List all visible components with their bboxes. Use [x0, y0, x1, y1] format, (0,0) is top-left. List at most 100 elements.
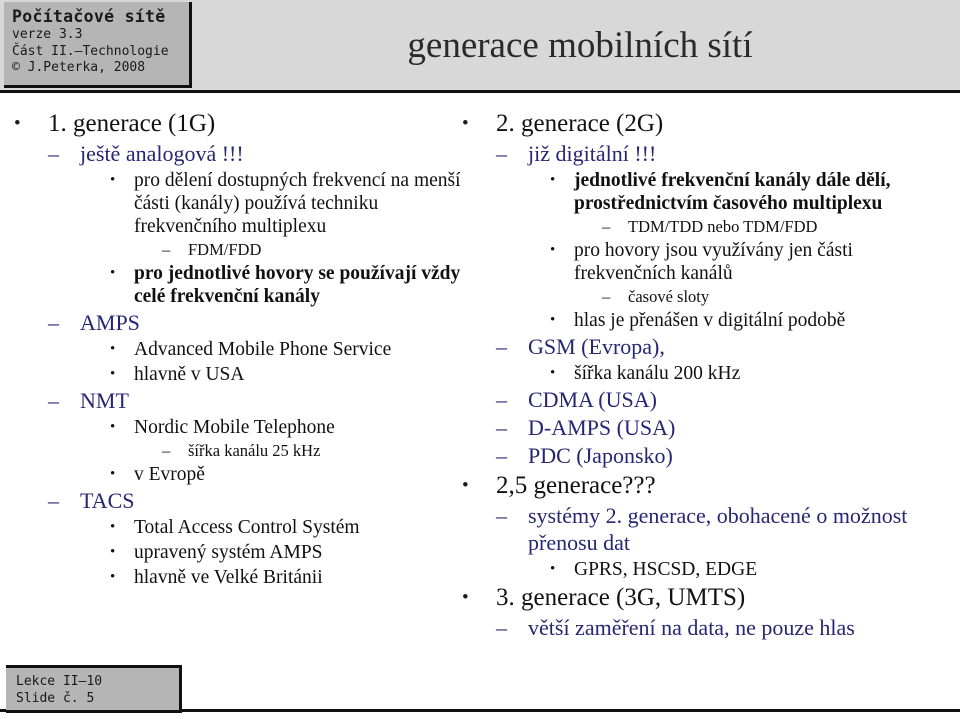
- dash-bullet-icon: –: [162, 240, 171, 259]
- dot-bullet-icon: •: [550, 312, 556, 328]
- bullet-text: větší zaměření na data, ne pouze hlas: [528, 615, 855, 640]
- bullet-item-l4: – TDM/TDD nebo TDM/FDD: [462, 217, 954, 237]
- bullet-text: TDM/TDD nebo TDM/FDD: [628, 217, 818, 236]
- bullet-item-l3: • Total Access Control Systém: [14, 516, 464, 539]
- course-identity-box: Počítačové sítě verze 3.3 Část II.–Techn…: [4, 2, 192, 88]
- bullet-text: AMPS: [80, 310, 140, 335]
- dash-bullet-icon: –: [48, 388, 59, 413]
- dot-bullet-icon: •: [462, 587, 469, 608]
- bullet-item-l1: • 2,5 generace???: [462, 471, 954, 501]
- bullet-text: systémy 2. generace, obohacené o možnost…: [528, 503, 908, 555]
- bullet-text: TACS: [80, 488, 135, 513]
- bullet-item-l3: • hlavně v USA: [14, 363, 464, 386]
- bullet-item-l3: • pro dělení dostupných frekvencí na menš…: [14, 169, 464, 238]
- dash-bullet-icon: –: [48, 488, 59, 513]
- bullet-item-l3: • upravený systém AMPS: [14, 541, 464, 564]
- dot-bullet-icon: •: [550, 172, 556, 188]
- bullet-item-l3: • pro jednotlivé hovory se používají vždy…: [14, 262, 464, 308]
- bullet-text: již digitální !!!: [528, 141, 657, 166]
- bullet-text: hlas je přenášen v digitální podobě: [574, 310, 846, 331]
- dot-bullet-icon: •: [110, 419, 116, 435]
- bullet-text: D-AMPS (USA): [528, 415, 676, 440]
- bullet-text: NMT: [80, 388, 129, 413]
- bullet-item-l2: – systémy 2. generace, obohacené o možnos…: [462, 502, 954, 556]
- dot-bullet-icon: •: [110, 341, 116, 357]
- dash-bullet-icon: –: [496, 141, 507, 166]
- dot-bullet-icon: •: [462, 113, 469, 134]
- bullet-text: časové sloty: [628, 287, 710, 306]
- bullet-item-l2: – NMT: [14, 387, 464, 414]
- bullet-item-l3: • šířka kanálu 200 kHz: [462, 362, 954, 385]
- bullet-text: FDM/FDD: [188, 240, 262, 259]
- dot-bullet-icon: •: [550, 365, 556, 381]
- bullet-text: v Evropě: [134, 464, 205, 485]
- bullet-item-l2: – AMPS: [14, 309, 464, 336]
- bullet-item-l2: – TACS: [14, 487, 464, 514]
- bullet-text: GSM (Evropa),: [528, 334, 665, 359]
- bullet-text: 1. generace (1G): [48, 110, 216, 137]
- dash-bullet-icon: –: [162, 441, 171, 460]
- bullet-text: hlavně v USA: [134, 364, 245, 385]
- bullet-item-l3: • Advanced Mobile Phone Service: [14, 338, 464, 361]
- bullet-text: 2,5 generace???: [496, 472, 656, 499]
- bullet-text: GPRS, HSCSD, EDGE: [574, 559, 758, 580]
- dash-bullet-icon: –: [496, 443, 507, 468]
- course-version: verze 3.3: [12, 27, 83, 42]
- course-author: © J.Peterka, 2008: [12, 60, 146, 75]
- dot-bullet-icon: •: [550, 242, 556, 258]
- course-part: Část II.–Technologie: [12, 43, 169, 59]
- bullet-item-l2: – ještě analogová !!!: [14, 140, 464, 167]
- bullet-item-l2: – D-AMPS (USA): [462, 414, 954, 441]
- bullet-text: pro hovory jsou využívány jen části frek…: [574, 240, 853, 284]
- dot-bullet-icon: •: [110, 544, 116, 560]
- dot-bullet-icon: •: [462, 475, 469, 496]
- bullet-text: šířka kanálu 200 kHz: [574, 363, 741, 384]
- bullet-text: PDC (Japonsko): [528, 443, 673, 468]
- bullet-text: jednotlivé frekvenční kanály dále dělí, …: [574, 170, 891, 214]
- course-title: Počítačové sítě: [12, 7, 166, 26]
- bullet-text: 3. generace (3G, UMTS): [496, 584, 746, 611]
- dot-bullet-icon: •: [14, 113, 21, 134]
- bullet-item-l3: • pro hovory jsou využívány jen části fre…: [462, 239, 954, 285]
- dash-bullet-icon: –: [496, 615, 507, 640]
- dash-bullet-icon: –: [602, 217, 611, 236]
- bullet-item-l3: • Nordic Mobile Telephone: [14, 416, 464, 439]
- bullet-item-l3: • hlavně ve Velké Británii: [14, 566, 464, 589]
- dot-bullet-icon: •: [110, 569, 116, 585]
- slide-body: • 1. generace (1G) – ještě analogová !!! • pr…: [0, 93, 960, 712]
- bullet-item-l4: – šířka kanálu 25 kHz: [14, 441, 464, 461]
- bullet-item-l4: – FDM/FDD: [14, 240, 464, 260]
- footer-slide-number: Slide č. 5: [16, 691, 95, 706]
- bullet-item-l1: • 2. generace (2G): [462, 109, 954, 139]
- bullet-item-l2: – již digitální !!!: [462, 140, 954, 167]
- bullet-item-l2: – CDMA (USA): [462, 386, 954, 413]
- dot-bullet-icon: •: [550, 561, 556, 577]
- bullet-item-l3: • GPRS, HSCSD, EDGE: [462, 558, 954, 581]
- bullet-item-l3: • hlas je přenášen v digitální podobě: [462, 309, 954, 332]
- bullet-item-l2: – větší zaměření na data, ne pouze hlas: [462, 614, 954, 641]
- dash-bullet-icon: –: [48, 141, 59, 166]
- bullet-text: Advanced Mobile Phone Service: [134, 339, 392, 360]
- bullet-text: pro jednotlivé hovory se používají vždy …: [134, 263, 461, 307]
- dot-bullet-icon: •: [110, 519, 116, 535]
- bullet-text: Nordic Mobile Telephone: [134, 417, 335, 438]
- bullet-text: šířka kanálu 25 kHz: [188, 441, 321, 460]
- bullet-text: upravený systém AMPS: [134, 542, 323, 563]
- bullet-text: CDMA (USA): [528, 387, 657, 412]
- dash-bullet-icon: –: [602, 287, 611, 306]
- dot-bullet-icon: •: [110, 172, 116, 188]
- footer-lecture: Lekce II–10: [16, 674, 103, 689]
- dot-bullet-icon: •: [110, 265, 116, 281]
- bullet-item-l1: • 3. generace (3G, UMTS): [462, 583, 954, 613]
- dot-bullet-icon: •: [110, 366, 116, 382]
- dash-bullet-icon: –: [496, 415, 507, 440]
- bullet-text: hlavně ve Velké Británii: [134, 567, 323, 588]
- bullet-item-l3: • v Evropě: [14, 463, 464, 486]
- bullet-text: pro dělení dostupných frekvencí na menší…: [134, 170, 461, 237]
- dot-bullet-icon: •: [110, 466, 116, 482]
- bullet-item-l3: • jednotlivé frekvenční kanály dále dělí,…: [462, 169, 954, 215]
- bullet-text: 2. generace (2G): [496, 110, 664, 137]
- bullet-item-l4: – časové sloty: [462, 287, 954, 307]
- bullet-item-l2: – PDC (Japonsko): [462, 442, 954, 469]
- dash-bullet-icon: –: [496, 334, 507, 359]
